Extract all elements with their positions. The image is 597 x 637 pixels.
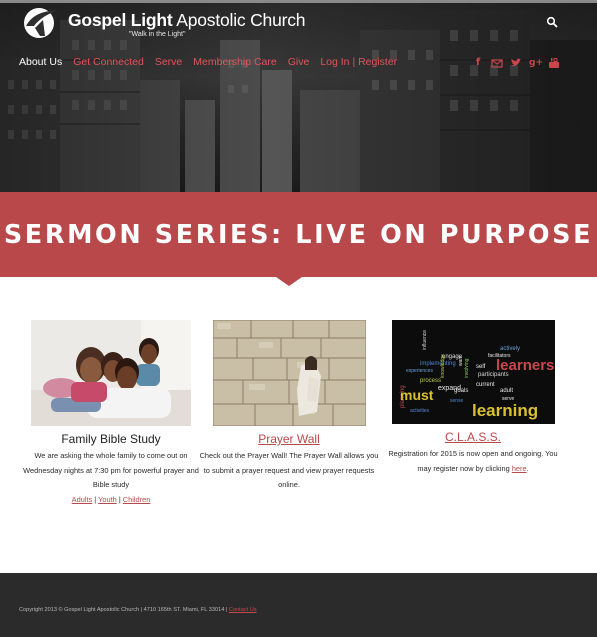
family-bible-study-title: Family Bible Study xyxy=(61,432,161,446)
class-description-end: . xyxy=(526,463,529,473)
nav-about-us[interactable]: About Us xyxy=(19,56,62,68)
class-register-here-link[interactable]: here xyxy=(512,464,527,473)
top-border xyxy=(0,0,597,3)
contact-us-link[interactable]: Contact Us xyxy=(229,607,257,613)
prayer-wall-title-link[interactable]: Prayer Wall xyxy=(199,432,379,446)
youth-link[interactable]: Youth xyxy=(98,495,117,504)
facebook-icon[interactable]: f xyxy=(472,57,484,69)
svg-text:actively: actively xyxy=(500,346,520,352)
svg-text:must: must xyxy=(400,387,434,403)
class-description-text: Registration for 2015 is now open and on… xyxy=(388,449,558,473)
banner-arrow xyxy=(276,277,302,286)
svg-text:current: current xyxy=(476,382,495,388)
copyright-text: Copyright 2013 © Gospel Light Apostolic … xyxy=(19,607,257,613)
nav-serve[interactable]: Serve xyxy=(155,56,182,68)
site-name[interactable]: Gospel Light Apostolic Church xyxy=(68,10,306,31)
family-bible-study-description: We are asking the whole family to come o… xyxy=(23,451,199,489)
site-footer: Copyright 2013 © Gospel Light Apostolic … xyxy=(0,573,597,637)
svg-text:goals: goals xyxy=(454,388,468,394)
copyright-line: Copyright 2013 © Gospel Light Apostolic … xyxy=(19,607,229,613)
prayer-wall-photo[interactable] xyxy=(212,320,366,426)
banner-title: SERMON SERIES: LIVE ON PURPOSE xyxy=(3,220,594,250)
nav-membership-care[interactable]: Membership Care xyxy=(193,56,276,68)
class-description: Registration for 2015 is now open and on… xyxy=(383,447,563,476)
svg-text:experiences: experiences xyxy=(406,368,433,374)
search-icon[interactable] xyxy=(546,16,558,28)
site-tagline: "Walk in the Light" xyxy=(129,31,186,38)
twitter-icon[interactable] xyxy=(510,57,522,69)
main-nav: About Us Get Connected Serve Membership … xyxy=(19,56,408,68)
adults-link[interactable]: Adults xyxy=(72,495,93,504)
svg-text:adult: adult xyxy=(500,388,513,394)
site-name-bold: Gospel Light xyxy=(68,10,173,30)
nav-log-in-register[interactable]: Log In | Register xyxy=(320,56,397,68)
family-photo[interactable] xyxy=(31,320,191,426)
svg-text:sense: sense xyxy=(450,398,464,404)
svg-text:activities: activities xyxy=(410,408,430,414)
learning-word-cloud-image[interactable]: planning process experiences implementin… xyxy=(391,320,555,424)
audience-links: Adults | Youth | Children xyxy=(71,494,151,504)
nav-give[interactable]: Give xyxy=(288,56,310,68)
svg-text:process: process xyxy=(420,378,441,384)
prayer-wall-card: Prayer Wall Check out the Prayer Wall! T… xyxy=(199,320,379,493)
svg-text:involving: involving xyxy=(464,358,470,378)
svg-text:learning: learning xyxy=(472,401,538,420)
svg-text:influence: influence xyxy=(422,330,428,350)
family-bible-study-card: Family Bible Study We are asking the who… xyxy=(21,320,201,506)
hero-header: Gospel Light Apostolic Church "Walk in t… xyxy=(0,0,597,192)
google-plus-icon[interactable]: g+ xyxy=(529,57,543,69)
church-logo-icon[interactable] xyxy=(18,6,62,40)
email-icon[interactable] xyxy=(491,57,503,69)
svg-text:self: self xyxy=(476,364,486,370)
svg-text:implementing: implementing xyxy=(420,361,456,367)
youtube-icon[interactable] xyxy=(548,57,560,69)
site-name-regular: Apostolic Church xyxy=(176,10,306,30)
sermon-banner: SERMON SERIES: LIVE ON PURPOSE xyxy=(0,192,597,277)
class-title-link[interactable]: C.L.A.S.S. xyxy=(383,430,563,444)
class-card: planning process experiences implementin… xyxy=(383,320,563,476)
prayer-wall-description: Check out the Prayer Wall! The Prayer Wa… xyxy=(199,451,379,489)
svg-text:learners: learners xyxy=(496,357,554,374)
svg-text:knowledge: knowledge xyxy=(440,354,446,378)
nav-get-connected[interactable]: Get Connected xyxy=(73,56,144,68)
children-link[interactable]: Children xyxy=(123,495,151,504)
social-links: f g+ xyxy=(472,57,567,69)
